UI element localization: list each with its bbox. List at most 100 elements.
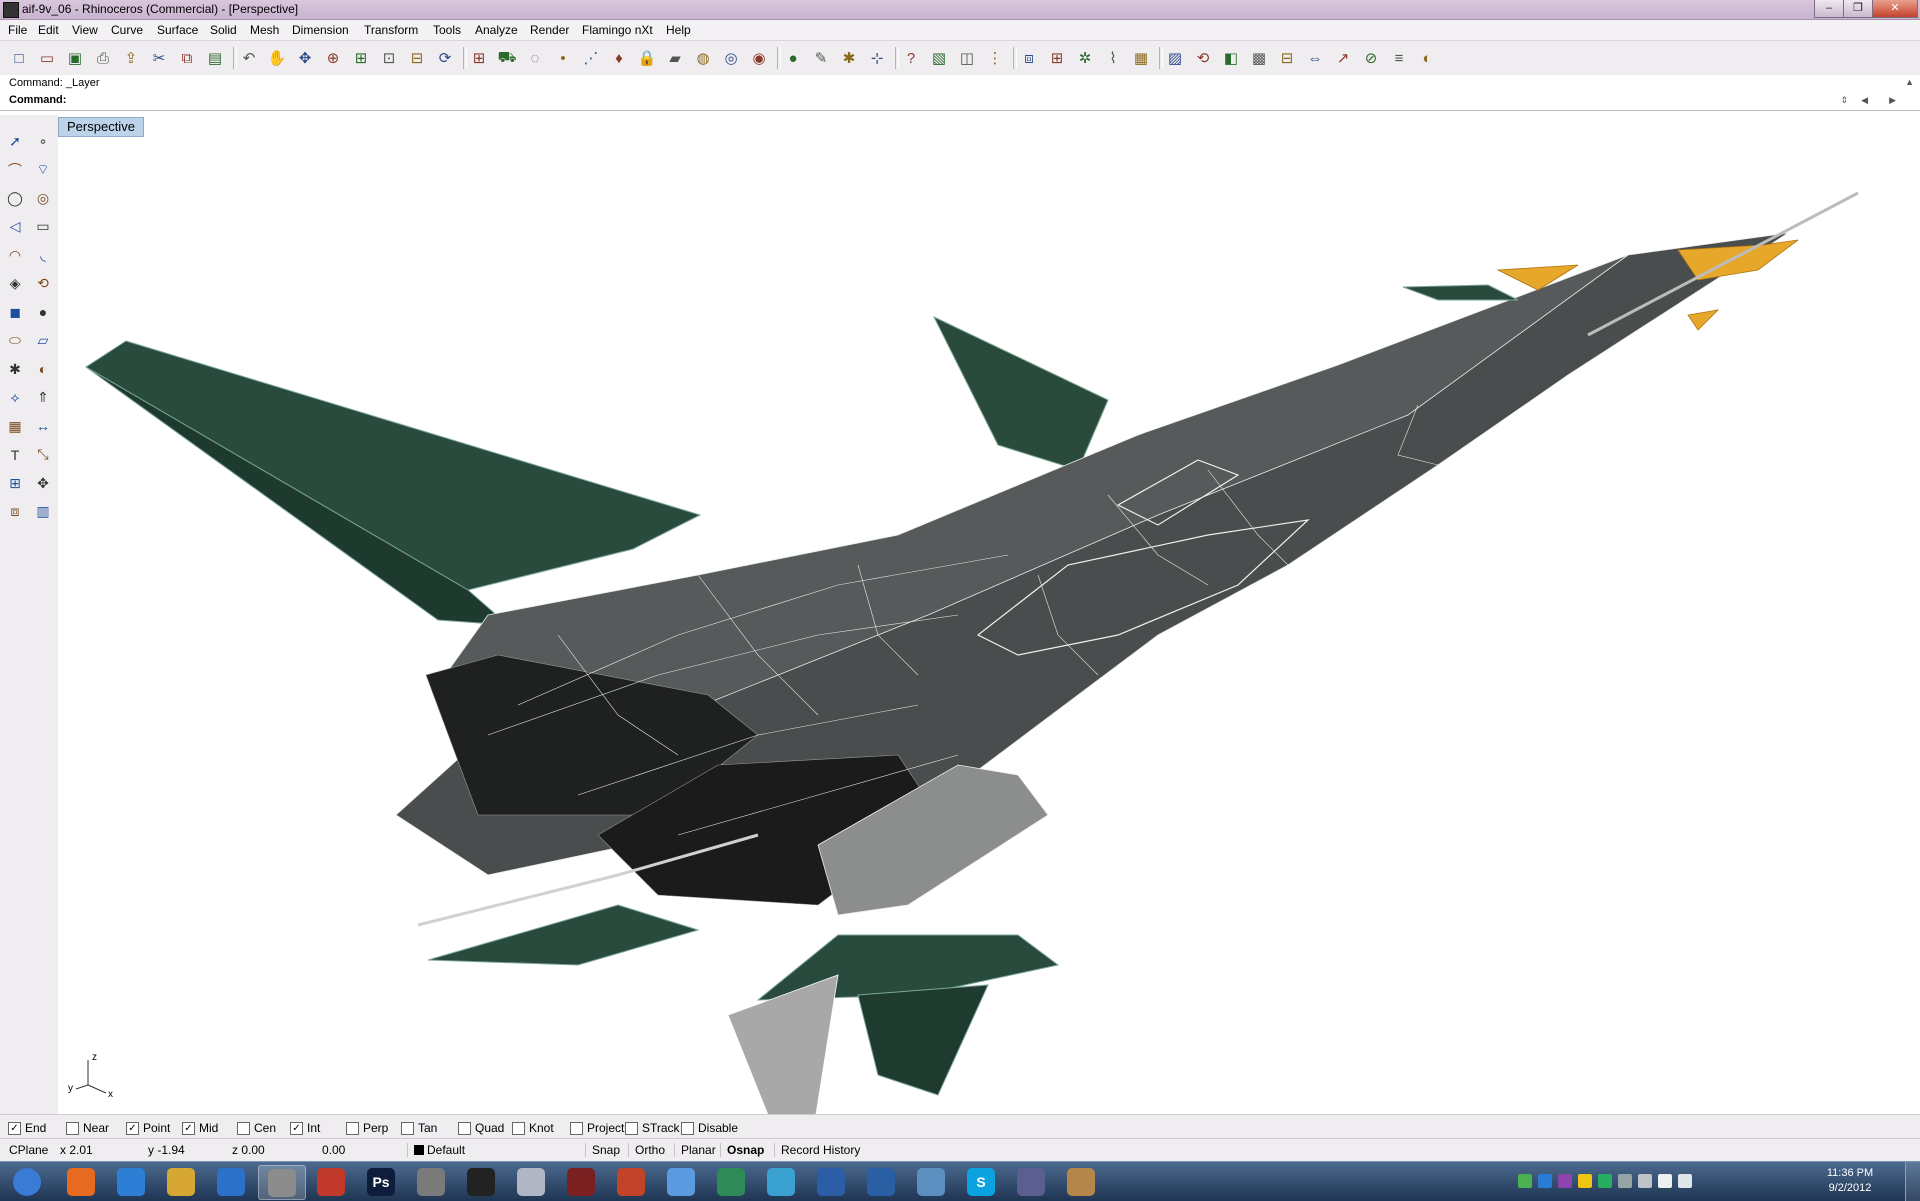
menu-dimension[interactable]: Dimension bbox=[292, 23, 349, 37]
perspective-viewport[interactable]: z x y bbox=[58, 115, 1920, 1166]
mesh-icon[interactable]: ▦ bbox=[4, 415, 26, 437]
select-icon[interactable]: ➚ bbox=[4, 130, 26, 152]
copy-icon[interactable]: ⧉ bbox=[176, 47, 198, 69]
render-icon[interactable]: ⧈ bbox=[4, 501, 26, 523]
osnap-perp[interactable]: Perp bbox=[346, 1121, 388, 1135]
osnap-point[interactable]: ✓ Point bbox=[126, 1121, 170, 1135]
new-icon[interactable]: □ bbox=[8, 47, 30, 69]
gear-icon[interactable]: ✱ bbox=[4, 358, 26, 380]
osnap-checkbox[interactable] bbox=[346, 1121, 359, 1135]
save-icon[interactable]: ▣ bbox=[64, 47, 86, 69]
osnap-project[interactable]: Project bbox=[570, 1121, 624, 1135]
menu-analyze[interactable]: Analyze bbox=[475, 23, 518, 37]
toggle-ortho[interactable]: Ortho bbox=[628, 1143, 665, 1157]
arc-icon[interactable]: ◠ bbox=[4, 244, 26, 266]
start-icon[interactable] bbox=[4, 1165, 50, 1198]
split-icon[interactable]: ⋮ bbox=[984, 47, 1006, 69]
cylinder-icon[interactable]: ⬭ bbox=[4, 330, 26, 352]
explorer-icon[interactable] bbox=[158, 1165, 204, 1198]
osnap-tan[interactable]: Tan bbox=[401, 1121, 437, 1135]
powerpoint-icon[interactable] bbox=[608, 1165, 654, 1198]
osnap-checkbox[interactable]: ✓ bbox=[290, 1121, 303, 1135]
osnap-checkbox[interactable]: ✓ bbox=[8, 1121, 21, 1135]
array-icon[interactable]: ⊞ bbox=[4, 472, 26, 494]
toggle-record-history[interactable]: Record History bbox=[774, 1143, 860, 1157]
character-icon[interactable] bbox=[408, 1165, 454, 1198]
loft-icon[interactable]: ⟡ bbox=[4, 387, 26, 409]
move-view-icon[interactable]: ✥ bbox=[294, 47, 316, 69]
text-icon[interactable]: T bbox=[4, 444, 26, 466]
taskbar-s[interactable]: S bbox=[958, 1165, 1004, 1198]
maximize-button[interactable]: ❐ bbox=[1843, 0, 1873, 18]
menu-surface[interactable]: Surface bbox=[157, 23, 198, 37]
osnap-checkbox[interactable]: ✓ bbox=[126, 1121, 139, 1135]
osnap-checkbox[interactable]: ✓ bbox=[182, 1121, 195, 1135]
boolean-icon[interactable]: ◫ bbox=[956, 47, 978, 69]
camera-icon[interactable]: ◐ bbox=[1416, 47, 1438, 69]
rotate-icon[interactable]: ⟲ bbox=[1192, 47, 1214, 69]
scroll-right-icon[interactable]: ▶ bbox=[1889, 95, 1896, 106]
scale-icon[interactable]: ⤡ bbox=[32, 444, 54, 466]
toggle-planar[interactable]: Planar bbox=[674, 1143, 716, 1157]
zoom-window-icon[interactable]: ⊞ bbox=[350, 47, 372, 69]
osnap-checkbox[interactable] bbox=[237, 1121, 250, 1135]
extend-icon[interactable]: ↗ bbox=[1332, 47, 1354, 69]
tray-icon[interactable] bbox=[1638, 1174, 1652, 1188]
close-button[interactable]: ✕ bbox=[1872, 0, 1918, 18]
menu-edit[interactable]: Edit bbox=[38, 23, 59, 37]
menu-file[interactable]: File bbox=[8, 23, 27, 37]
note-icon[interactable] bbox=[858, 1165, 904, 1198]
wireframe-icon[interactable]: ◎ bbox=[720, 47, 742, 69]
sketchup-icon[interactable] bbox=[308, 1165, 354, 1198]
taskbar-ps[interactable]: Ps bbox=[358, 1165, 404, 1198]
osnap-knot[interactable]: Knot bbox=[512, 1121, 554, 1135]
curve-tool-icon[interactable]: ⌇ bbox=[1102, 47, 1124, 69]
minimize-button[interactable]: – bbox=[1814, 0, 1844, 18]
osnap-near[interactable]: Near bbox=[66, 1121, 109, 1135]
rhino-icon[interactable] bbox=[258, 1165, 306, 1200]
menu-mesh[interactable]: Mesh bbox=[250, 23, 279, 37]
sphere-icon[interactable]: ● bbox=[32, 301, 54, 323]
menu-help[interactable]: Help bbox=[666, 23, 691, 37]
mirror-icon[interactable]: ⇔ bbox=[1304, 47, 1326, 69]
fillet-icon[interactable]: ◟ bbox=[32, 244, 54, 266]
four-viewports-icon[interactable]: ⊞ bbox=[468, 47, 490, 69]
paste-icon[interactable]: ▤ bbox=[204, 47, 226, 69]
surface-icon[interactable]: ◧ bbox=[1220, 47, 1242, 69]
array-icon[interactable]: ⊞ bbox=[1046, 47, 1068, 69]
tray-icon[interactable] bbox=[1618, 1174, 1632, 1188]
point-icon[interactable]: ∘ bbox=[32, 130, 54, 152]
maps-icon[interactable] bbox=[708, 1165, 754, 1198]
rotate-view-icon[interactable]: ⟳ bbox=[434, 47, 456, 69]
render-sphere-icon[interactable]: ● bbox=[782, 47, 804, 69]
revolve-icon[interactable]: ⟲ bbox=[32, 273, 54, 295]
tray-icon[interactable] bbox=[1558, 1174, 1572, 1188]
menu-solid[interactable]: Solid bbox=[210, 23, 237, 37]
video-icon[interactable] bbox=[1008, 1165, 1054, 1198]
menu-curve[interactable]: Curve bbox=[111, 23, 143, 37]
image-icon[interactable]: ▨ bbox=[1164, 47, 1186, 69]
show-desktop-button[interactable] bbox=[1905, 1162, 1920, 1201]
osnap-quad[interactable]: Quad bbox=[458, 1121, 504, 1135]
box-icon[interactable]: ▧ bbox=[928, 47, 950, 69]
gumball-icon[interactable]: ✲ bbox=[1074, 47, 1096, 69]
menu-tools[interactable]: Tools bbox=[433, 23, 461, 37]
print-icon[interactable]: ⎙ bbox=[92, 47, 114, 69]
menu-view[interactable]: View bbox=[72, 23, 98, 37]
osnap-checkbox[interactable] bbox=[401, 1121, 414, 1135]
circle-icon[interactable]: ◯ bbox=[4, 187, 26, 209]
menu-flamingo[interactable]: Flamingo nXt bbox=[582, 23, 653, 37]
layer-icon[interactable]: ▰ bbox=[664, 47, 686, 69]
tray-icon[interactable] bbox=[1538, 1174, 1552, 1188]
grid-icon[interactable]: ⊹ bbox=[866, 47, 888, 69]
menu-transform[interactable]: Transform bbox=[364, 23, 418, 37]
media-icon[interactable] bbox=[208, 1165, 254, 1198]
ie-icon[interactable] bbox=[108, 1165, 154, 1198]
hand-icon[interactable] bbox=[508, 1165, 554, 1198]
box-icon[interactable]: ◼ bbox=[4, 301, 26, 323]
osnap-checkbox[interactable] bbox=[681, 1121, 694, 1135]
spin-icon[interactable]: ⇕ bbox=[1840, 95, 1848, 106]
bird-icon[interactable] bbox=[658, 1165, 704, 1198]
ring-icon[interactable] bbox=[808, 1165, 854, 1198]
tray-icon[interactable] bbox=[1598, 1174, 1612, 1188]
